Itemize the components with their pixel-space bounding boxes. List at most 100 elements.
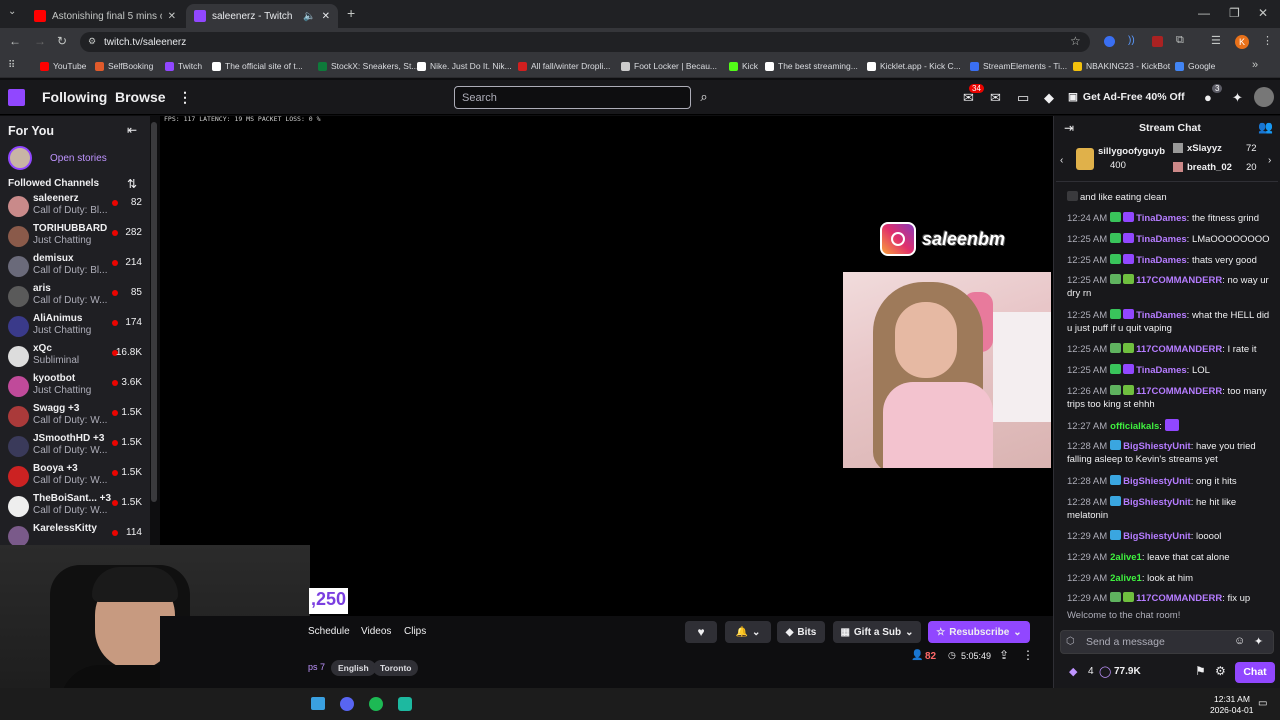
- chat-badge-icon[interactable]: ⬡: [1066, 636, 1075, 647]
- chat-badge-icon[interactable]: [1110, 233, 1122, 243]
- bookmark-star-icon[interactable]: ☆: [1070, 34, 1081, 48]
- bookmark-item[interactable]: Nike. Just Do It. Nik...: [417, 61, 512, 71]
- new-tab-button[interactable]: +: [347, 5, 355, 21]
- prime-crown-icon[interactable]: ◆: [1044, 90, 1054, 106]
- chat-badge-icon[interactable]: [1067, 191, 1078, 201]
- chat-username[interactable]: BigShiestyUnit: [1123, 476, 1191, 487]
- stories-avatar[interactable]: [8, 146, 32, 170]
- maximize-button[interactable]: ❐: [1229, 6, 1240, 20]
- bookmark-item[interactable]: StockX: Sneakers, St...: [318, 61, 418, 71]
- leader-name[interactable]: xSlayyz: [1187, 143, 1222, 154]
- chat-badge-icon[interactable]: [1110, 530, 1122, 540]
- chat-username[interactable]: 2alive1: [1110, 552, 1142, 563]
- leader-name[interactable]: sillygoofyguyb: [1098, 146, 1165, 157]
- chat-send-button[interactable]: Chat: [1235, 662, 1275, 683]
- sidebar-scrollbar[interactable]: [151, 122, 157, 502]
- chat-badge-icon[interactable]: [1110, 496, 1122, 506]
- spotify-icon[interactable]: [369, 697, 383, 711]
- sidebar-channel-item[interactable]: TheBoiSant... +3 Call of Duty: W... 1.5K: [0, 492, 150, 522]
- chat-badge-icon[interactable]: [1123, 385, 1135, 395]
- sidebar-channel-item[interactable]: TORIHUBBARD Just Chatting 282: [0, 222, 150, 252]
- discord-icon[interactable]: [340, 697, 354, 711]
- browser-tab-twitch[interactable]: saleenerz - Twitch 🔈 ✕: [186, 4, 338, 28]
- chat-badge-icon[interactable]: [1123, 274, 1135, 284]
- chat-settings-icon[interactable]: ⚙: [1215, 664, 1226, 678]
- speaker-icon[interactable]: 🔈: [303, 11, 315, 22]
- site-info-icon[interactable]: ⚙: [88, 36, 96, 47]
- app-icon[interactable]: [398, 697, 412, 711]
- chat-username[interactable]: 117COMMANDERR: [1136, 593, 1222, 604]
- notifications-tray-icon[interactable]: ▭: [1258, 698, 1267, 709]
- chat-badge-icon[interactable]: [1110, 592, 1122, 602]
- bookmark-item[interactable]: The official site of t...: [212, 61, 303, 71]
- close-tab-icon[interactable]: ✕: [322, 11, 330, 22]
- sidebar-channel-item[interactable]: Booya +3 Call of Duty: W... 1.5K: [0, 462, 150, 492]
- user-avatar[interactable]: [1254, 87, 1274, 107]
- tag-toronto[interactable]: Toronto: [373, 660, 419, 676]
- extensions-puzzle-icon[interactable]: ⧉: [1176, 34, 1184, 47]
- close-window-button[interactable]: ✕: [1258, 6, 1268, 20]
- chat-username[interactable]: 117COMMANDERR: [1136, 344, 1222, 355]
- channel-points-icon[interactable]: ◆: [1069, 665, 1077, 678]
- chat-badge-icon[interactable]: [1110, 440, 1122, 450]
- back-button[interactable]: ←: [9, 34, 21, 48]
- chat-badge-icon[interactable]: [1123, 212, 1135, 222]
- bookmark-item[interactable]: YouTube: [40, 61, 86, 71]
- bookmark-item[interactable]: Kicklet.app - Kick C...: [867, 61, 961, 71]
- chat-username[interactable]: 2alive1: [1110, 573, 1142, 584]
- inbox-icon[interactable]: ▭: [1017, 90, 1029, 106]
- sidebar-channel-item[interactable]: saleenerz Call of Duty: Bl... 82: [0, 192, 150, 222]
- extension-icon[interactable]: [1104, 36, 1115, 47]
- resubscribe-button[interactable]: ☆ Resubscribe ⌄: [928, 621, 1030, 643]
- sort-icon[interactable]: ⇅: [127, 177, 137, 191]
- chat-username[interactable]: officialkals: [1110, 421, 1159, 432]
- collapse-sidebar-icon[interactable]: ⇤: [127, 123, 137, 137]
- browser-menu-icon[interactable]: ⋮: [1262, 34, 1273, 47]
- sidebar-channel-item[interactable]: KarelessKitty 114: [0, 522, 150, 546]
- chat-username[interactable]: BigShiestyUnit: [1123, 441, 1191, 452]
- predictions-icon[interactable]: ⚑: [1195, 664, 1206, 678]
- twitch-logo-icon[interactable]: [8, 89, 25, 106]
- chat-username[interactable]: TinaDames: [1136, 255, 1187, 266]
- following-link[interactable]: Following: [42, 89, 107, 105]
- whispers-icon[interactable]: ✉: [990, 90, 1001, 106]
- chat-badge-icon[interactable]: [1110, 309, 1122, 319]
- sidebar-channel-item[interactable]: AliAnimus Just Chatting 174: [0, 312, 150, 342]
- chat-badge-icon[interactable]: [1110, 212, 1122, 222]
- browse-link[interactable]: Browse: [115, 89, 166, 105]
- tab-videos[interactable]: Videos: [361, 626, 391, 637]
- leader-name[interactable]: breath_02: [1187, 162, 1232, 173]
- chat-username[interactable]: BigShiestyUnit: [1123, 497, 1191, 508]
- address-bar[interactable]: ⚙ twitch.tv/saleenerz ☆: [80, 32, 1090, 52]
- chat-badge-icon[interactable]: [1110, 475, 1122, 485]
- forward-button[interactable]: →: [34, 34, 46, 48]
- search-icon[interactable]: ⌕: [693, 86, 715, 109]
- sidebar-channel-item[interactable]: xQc Subliminal 16.8K: [0, 342, 150, 372]
- chat-badge-icon[interactable]: [1110, 254, 1122, 264]
- bookmark-item[interactable]: Google: [1175, 61, 1215, 71]
- sidebar-channel-item[interactable]: JSmoothHD +3 Call of Duty: W... 1.5K: [0, 432, 150, 462]
- gift-sub-button[interactable]: ▦ Gift a Sub ⌄: [833, 621, 921, 643]
- extension-icon[interactable]: [1152, 36, 1163, 47]
- tag-english[interactable]: English: [331, 660, 376, 676]
- close-tab-icon[interactable]: ✕: [168, 11, 176, 22]
- chat-username[interactable]: 117COMMANDERR: [1136, 275, 1222, 286]
- sidebar-channel-item[interactable]: kyootbot Just Chatting 3.6K: [0, 372, 150, 402]
- chat-username[interactable]: TinaDames: [1136, 213, 1187, 224]
- chat-badge-icon[interactable]: [1123, 364, 1135, 374]
- chat-badge-icon[interactable]: [1123, 309, 1135, 319]
- tab-search-icon[interactable]: ⌄: [8, 6, 16, 17]
- chat-badge-icon[interactable]: [1123, 233, 1135, 243]
- extension-icon[interactable]: ✦: [1254, 635, 1263, 648]
- file-explorer-icon[interactable]: [311, 697, 325, 710]
- sidebar-channel-item[interactable]: aris Call of Duty: W... 85: [0, 282, 150, 312]
- extensions-icon[interactable]: ✦: [1232, 90, 1243, 106]
- bookmark-item[interactable]: The best streaming...: [765, 61, 858, 71]
- apps-grid-icon[interactable]: ⠿: [8, 60, 15, 71]
- sidebar-channel-item[interactable]: demisux Call of Duty: Bl... 214: [0, 252, 150, 282]
- minimize-button[interactable]: —: [1198, 6, 1210, 20]
- category-text[interactable]: ps 7: [308, 662, 325, 672]
- bookmark-item[interactable]: NBAKING23 - KickBot: [1073, 61, 1170, 71]
- collapse-chat-icon[interactable]: ⇥: [1064, 121, 1074, 135]
- share-icon[interactable]: ⇪: [999, 648, 1009, 662]
